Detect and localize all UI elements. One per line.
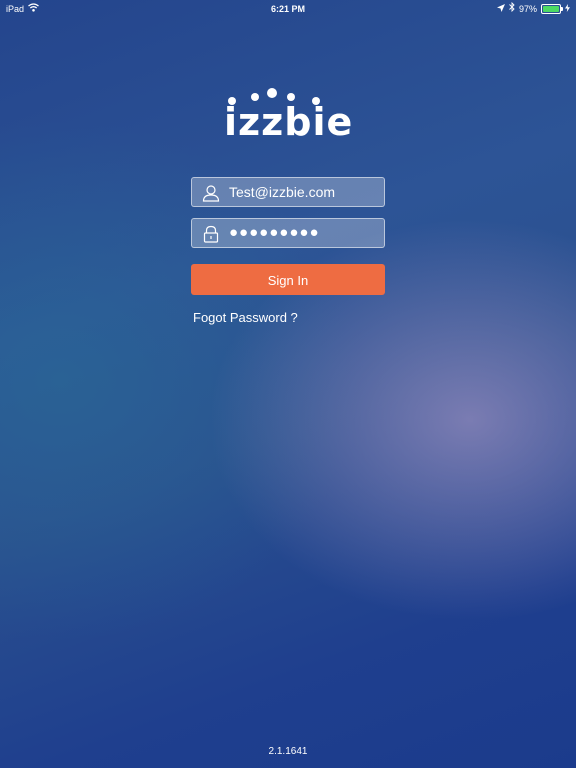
- logo-dot: [267, 88, 277, 98]
- logo-dot: [251, 93, 259, 101]
- email-field[interactable]: Test@izzbie.com: [191, 177, 385, 207]
- logo-dot: [287, 93, 295, 101]
- email-value[interactable]: Test@izzbie.com: [229, 178, 379, 206]
- status-bar: iPad 6:21 PM 97%: [0, 0, 576, 18]
- status-time: 6:21 PM: [270, 4, 305, 14]
- charging-icon: [565, 0, 570, 18]
- forgot-password-link[interactable]: Fogot Password ?: [193, 310, 298, 325]
- status-right: 97%: [496, 0, 570, 18]
- sign-in-button[interactable]: Sign In: [191, 264, 385, 295]
- izzbie-logo: izzbie: [224, 86, 354, 144]
- logo-dot: [312, 97, 320, 105]
- logo-dot: [228, 97, 236, 105]
- battery-icon: [541, 4, 563, 14]
- location-arrow-icon: [496, 0, 505, 18]
- password-field[interactable]: ●●●●●●●●●: [191, 218, 385, 248]
- logo-text: izzbie: [224, 100, 354, 144]
- app-version: 2.1.1641: [268, 746, 308, 757]
- battery-percent: 97%: [518, 4, 537, 14]
- password-value[interactable]: ●●●●●●●●●: [229, 219, 379, 247]
- lock-icon: [202, 225, 220, 243]
- bluetooth-icon: [509, 0, 515, 18]
- user-icon: [202, 184, 220, 202]
- battery-fill: [543, 6, 559, 12]
